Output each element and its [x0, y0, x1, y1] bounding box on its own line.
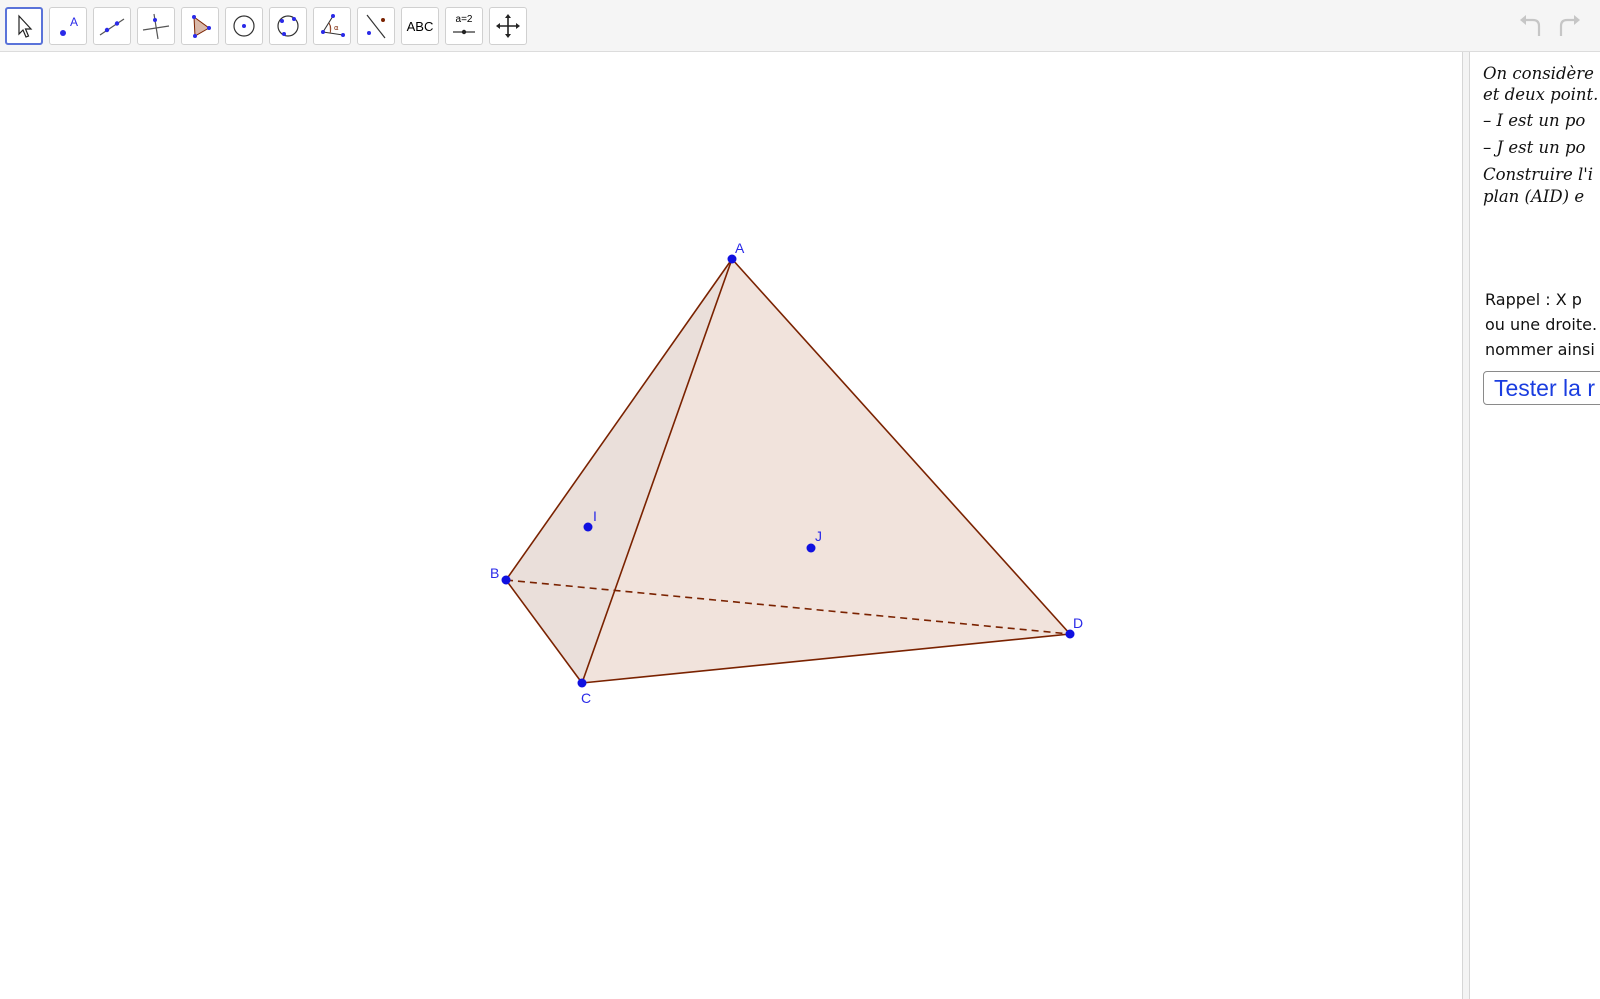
point-tool-glyph: A — [70, 15, 78, 29]
polygon-tool-button[interactable] — [181, 7, 219, 45]
exercise-line-1: On considère — [1483, 64, 1594, 83]
move-graphics-icon — [496, 14, 520, 38]
label-j: J — [815, 528, 822, 544]
label-b: B — [490, 565, 499, 581]
exercise-line-3: – I est un po — [1483, 111, 1586, 130]
move-graphics-tool-button[interactable] — [489, 7, 527, 45]
toolbar: A α ABC a=2 — [0, 0, 1600, 52]
circle-3points-icon — [277, 15, 299, 37]
text-tool-button[interactable]: ABC — [401, 7, 439, 45]
exercise-line-5: Construire l'i — [1483, 165, 1594, 184]
angle-icon: α — [321, 14, 345, 37]
exercise-line-2: et deux point. — [1483, 85, 1599, 104]
line-icon — [99, 18, 125, 36]
reminder-line-2: ou une droite. — [1485, 315, 1598, 334]
circle-center-icon — [233, 15, 255, 37]
point-j[interactable] — [806, 543, 816, 553]
text-tool-label: ABC — [406, 18, 434, 34]
reminder-line-1: Rappel : X p — [1485, 290, 1582, 309]
move-tool-button[interactable] — [5, 7, 43, 45]
line-tool-button[interactable] — [93, 7, 131, 45]
exercise-line-6: plan (AID) e — [1483, 187, 1585, 206]
reflect-line-icon — [366, 14, 386, 39]
test-answer-button[interactable]: Tester la r — [1483, 371, 1600, 405]
slider-tool-label: a=2 — [455, 14, 473, 25]
undo-icon[interactable] — [1517, 12, 1547, 40]
polygon-icon — [192, 15, 211, 38]
point-c[interactable] — [577, 678, 587, 688]
arrow-cursor-icon — [18, 14, 33, 38]
slider-tool-button[interactable]: a=2 — [445, 7, 483, 45]
circle-3points-tool-button[interactable] — [269, 7, 307, 45]
point-tool-button[interactable]: A — [49, 7, 87, 45]
angle-tool-button[interactable]: α — [313, 7, 351, 45]
panel-divider[interactable] — [1462, 52, 1470, 999]
label-a: A — [735, 240, 745, 256]
perpendicular-line-icon — [142, 13, 170, 40]
point-i[interactable] — [583, 522, 593, 532]
redo-icon[interactable] — [1553, 12, 1583, 40]
reflect-line-tool-button[interactable] — [357, 7, 395, 45]
angle-tool-glyph: α — [334, 24, 339, 32]
label-i: I — [593, 508, 597, 524]
perpendicular-line-tool-button[interactable] — [137, 7, 175, 45]
circle-center-tool-button[interactable] — [225, 7, 263, 45]
exercise-line-4: – J est un po — [1483, 138, 1586, 157]
side-panel: On considère et deux point. – I est un p… — [1470, 52, 1600, 999]
reminder-line-3: nommer ainsi — [1485, 340, 1595, 359]
label-c: C — [581, 690, 591, 706]
graphics-view[interactable]: A B C D I J — [0, 52, 1462, 999]
label-d: D — [1073, 615, 1083, 631]
point-b[interactable] — [501, 575, 511, 585]
point-icon: A — [60, 15, 78, 36]
